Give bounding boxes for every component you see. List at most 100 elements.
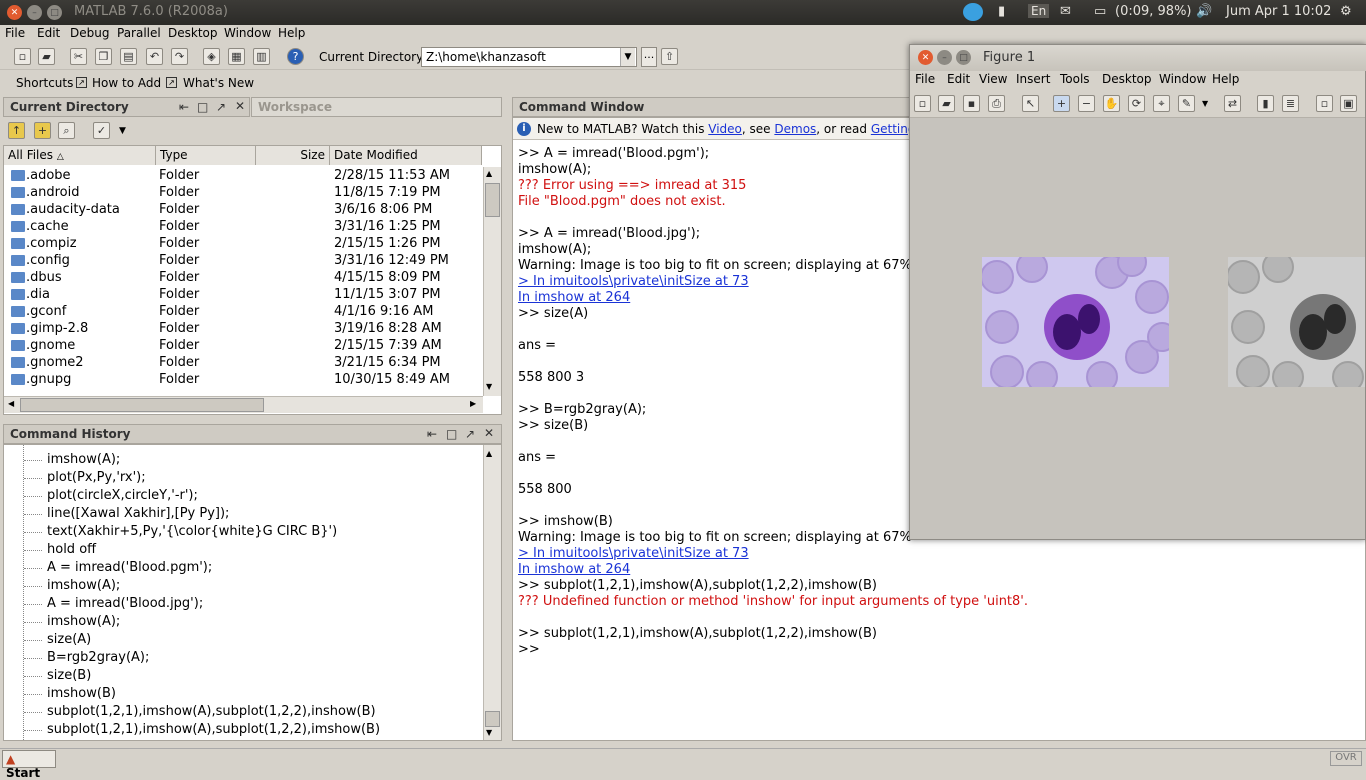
colorbar-icon[interactable]: ▮ — [1257, 95, 1274, 112]
fig-menu-file[interactable]: File — [915, 72, 935, 86]
column-header-name[interactable]: All Files △ — [4, 146, 156, 165]
file-row[interactable]: .gconf Folder 4/1/16 9:16 AM — [4, 303, 482, 320]
zoom-out-icon[interactable]: − — [1078, 95, 1095, 112]
up-folder-icon[interactable]: ↑ — [8, 122, 25, 139]
settings-icon[interactable]: ⚙ — [1340, 4, 1352, 19]
paste-icon[interactable]: ▤ — [120, 48, 137, 65]
fig-menu-window[interactable]: Window — [1159, 72, 1206, 86]
menu-desktop[interactable]: Desktop — [168, 26, 218, 40]
column-header-type[interactable]: Type — [156, 146, 256, 165]
chevron-down-icon[interactable]: ▼ — [620, 48, 635, 66]
scrollbar-thumb[interactable] — [20, 398, 264, 412]
find-files-icon[interactable]: ⌕ — [58, 122, 75, 139]
file-row[interactable]: .android Folder 11/8/15 7:19 PM — [4, 184, 482, 201]
file-row[interactable]: .audacity-data Folder 3/6/16 8:06 PM — [4, 201, 482, 218]
fig-menu-desktop[interactable]: Desktop — [1102, 72, 1152, 86]
file-row[interactable]: .gimp-2.8 Folder 3/19/16 8:28 AM — [4, 320, 482, 337]
minimize-icon[interactable]: – — [27, 5, 42, 20]
horizontal-scrollbar[interactable]: ◀ ▶ — [4, 396, 483, 413]
profiler-icon[interactable]: ▥ — [253, 48, 270, 65]
show-tools-icon[interactable]: ▣ — [1340, 95, 1357, 112]
new-figure-icon[interactable]: ▫ — [914, 95, 931, 112]
chevron-down-icon[interactable]: ▼ — [119, 126, 126, 136]
undock-arrow-icon[interactable]: ↗ — [216, 100, 226, 114]
history-item[interactable]: hold off — [47, 542, 96, 557]
menu-parallel[interactable]: Parallel — [117, 26, 161, 40]
start-button[interactable]: ▲ Start — [2, 750, 56, 780]
menu-file[interactable]: File — [5, 26, 25, 40]
fig-menu-view[interactable]: View — [979, 72, 1007, 86]
fig-menu-insert[interactable]: Insert — [1016, 72, 1050, 86]
subplot-color-image[interactable] — [982, 257, 1169, 387]
current-directory-tab[interactable]: Current Directory ⇤ □ ↗ ✕ — [3, 97, 250, 117]
menu-window[interactable]: Window — [224, 26, 271, 40]
close-icon[interactable]: ✕ — [484, 426, 494, 440]
workspace-tab[interactable]: Workspace — [251, 97, 502, 117]
maximize-icon[interactable]: □ — [47, 5, 62, 20]
howto-add-link[interactable]: How to Add — [92, 76, 161, 90]
battery-icon[interactable]: ▭ — [1094, 4, 1106, 19]
simulink-icon[interactable]: ◈ — [203, 48, 220, 65]
scroll-down-icon[interactable]: ▼ — [486, 728, 492, 737]
scrollbar-thumb[interactable] — [485, 183, 500, 217]
menu-edit[interactable]: Edit — [37, 26, 60, 40]
undock-arrow-icon[interactable]: ↗ — [465, 427, 475, 441]
fig-menu-help[interactable]: Help — [1212, 72, 1239, 86]
file-row[interactable]: .gnome2 Folder 3/21/15 6:34 PM — [4, 354, 482, 371]
save-icon[interactable]: ▪ — [963, 95, 980, 112]
scrollbar-thumb[interactable] — [485, 711, 500, 727]
figure-window[interactable]: ✕ – □ Figure 1 File Edit View Insert Too… — [909, 44, 1366, 540]
current-dir-input[interactable]: Z:\home\khanzasoft — [421, 47, 637, 67]
open-icon[interactable]: ▰ — [938, 95, 955, 112]
chevron-down-icon[interactable]: ▼ — [1202, 99, 1208, 108]
browse-button[interactable]: ... — [641, 47, 657, 67]
mail-icon[interactable]: ✉ — [1060, 4, 1071, 19]
scroll-right-icon[interactable]: ▶ — [470, 399, 476, 408]
legend-icon[interactable]: ≣ — [1282, 95, 1299, 112]
history-item[interactable]: subplot(1,2,1),imshow(A),subplot(1,2,2),… — [47, 704, 376, 719]
history-item[interactable]: imshow(B) — [47, 686, 116, 701]
file-row[interactable]: .compiz Folder 2/15/15 1:26 PM — [4, 235, 482, 252]
data-cursor-icon[interactable]: ⌖ — [1153, 95, 1170, 112]
file-row[interactable]: .adobe Folder 2/28/15 11:53 AM — [4, 167, 482, 184]
minimize-icon[interactable]: – — [937, 50, 952, 65]
up-folder-icon[interactable]: ⇧ — [661, 48, 678, 65]
undo-icon[interactable]: ↶ — [146, 48, 163, 65]
volume-icon[interactable]: 🔊 — [1196, 4, 1212, 19]
cut-icon[interactable]: ✂ — [70, 48, 87, 65]
column-header-date[interactable]: Date Modified — [330, 146, 482, 165]
fig-menu-tools[interactable]: Tools — [1060, 72, 1090, 86]
menu-help[interactable]: Help — [278, 26, 305, 40]
signal-icon[interactable]: ▮ — [998, 4, 1005, 19]
clock[interactable]: Jum Apr 1 10:02 — [1226, 4, 1331, 19]
history-item[interactable]: plot(Px,Py,'rx'); — [47, 470, 146, 485]
close-icon[interactable]: ✕ — [918, 50, 933, 65]
scroll-left-icon[interactable]: ◀ — [8, 399, 14, 408]
history-item[interactable]: imshow(A); — [47, 614, 120, 629]
file-row[interactable]: .config Folder 3/31/16 12:49 PM — [4, 252, 482, 269]
file-row[interactable]: .cache Folder 3/31/16 1:25 PM — [4, 218, 482, 235]
column-header-size[interactable]: Size — [256, 146, 330, 165]
new-file-icon[interactable]: ▫ — [14, 48, 31, 65]
help-icon[interactable]: ? — [287, 48, 304, 65]
file-row[interactable]: .gnome Folder 2/15/15 7:39 AM — [4, 337, 482, 354]
history-item[interactable]: imshow(A); — [47, 578, 120, 593]
pan-icon[interactable]: ✋ — [1103, 95, 1120, 112]
maximize-icon[interactable]: □ — [446, 427, 457, 441]
history-item[interactable]: imshow(A); — [47, 452, 120, 467]
file-row[interactable]: .dia Folder 11/1/15 3:07 PM — [4, 286, 482, 303]
redo-icon[interactable]: ↷ — [171, 48, 188, 65]
history-item[interactable]: B=rgb2gray(A); — [47, 650, 149, 665]
file-row[interactable]: .dbus Folder 4/15/15 8:09 PM — [4, 269, 482, 286]
telegram-icon[interactable] — [963, 3, 983, 21]
hide-tools-icon[interactable]: ▫ — [1316, 95, 1333, 112]
pointer-icon[interactable]: ↖ — [1022, 95, 1039, 112]
history-item[interactable]: A = imread('Blood.jpg'); — [47, 596, 203, 611]
maximize-icon[interactable]: □ — [956, 50, 971, 65]
subplot-gray-image[interactable] — [1228, 257, 1365, 387]
new-folder-icon[interactable]: + — [34, 122, 51, 139]
history-item[interactable]: text(Xakhir+5,Py,'{\color{white}G CIRC B… — [47, 524, 337, 539]
fig-menu-edit[interactable]: Edit — [947, 72, 970, 86]
maximize-icon[interactable]: □ — [197, 100, 208, 114]
undock-icon[interactable]: ⇤ — [179, 100, 189, 114]
